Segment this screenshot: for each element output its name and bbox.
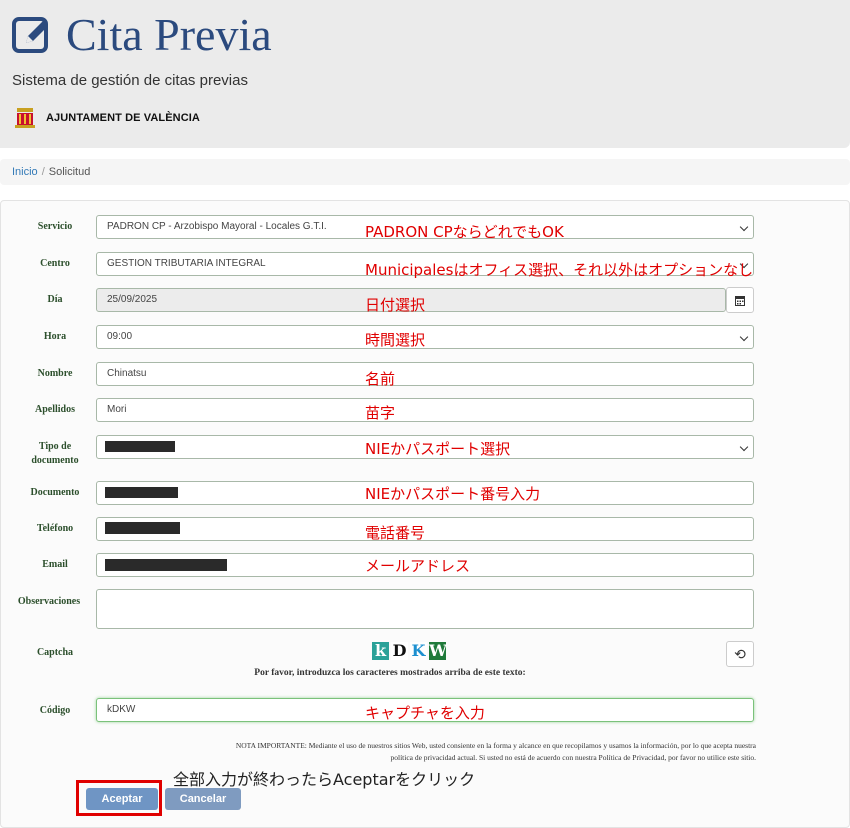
tipo-documento-label-line1: Tipo de — [38, 441, 72, 452]
captcha-refresh-button[interactable]: ⟲ — [726, 641, 754, 667]
redacted-documento — [105, 487, 178, 498]
breadcrumb-home-link[interactable]: Inicio — [12, 166, 38, 178]
org-name: AJUNTAMENT DE VALÈNCIA — [46, 112, 200, 124]
captcha-help-text: Por favor, introduzca los caracteres mos… — [254, 668, 526, 678]
captcha-image: k D K W — [372, 642, 448, 662]
apellidos-label: Apellidos — [34, 404, 75, 415]
tipo-documento-label-line2: documento — [31, 455, 79, 466]
annotation-nombre: 名前 — [365, 370, 396, 388]
redacted-email — [105, 559, 227, 571]
title-row: Cita Previa — [12, 8, 272, 62]
org-logo: AJUNTAMENT DE VALÈNCIA — [14, 106, 200, 130]
captcha-label: Captcha — [36, 647, 74, 658]
annotation-documento: NIEかパスポート番号入力 — [365, 485, 541, 503]
city-seal-icon — [15, 108, 35, 128]
hora-label: Hora — [43, 331, 67, 342]
captcha-char-3: K — [410, 641, 427, 660]
captcha-char-4: W — [429, 641, 447, 660]
annotation-hora: 時間選択 — [365, 331, 426, 349]
header: Cita Previa Sistema de gestión de citas … — [0, 0, 850, 148]
annotation-email: メールアドレス — [365, 557, 471, 575]
hora-value: 09:00 — [107, 331, 133, 342]
servicio-value: PADRON CP - Arzobispo Mayoral - Locales … — [107, 221, 327, 232]
refresh-icon: ⟲ — [734, 646, 746, 662]
observaciones-textarea[interactable] — [96, 589, 754, 629]
apellidos-value: Mori — [107, 404, 127, 415]
legal-note: NOTA IMPORTANTE: Mediante el uso de nues… — [235, 741, 756, 762]
codigo-label: Código — [39, 705, 71, 716]
centro-value: GESTION TRIBUTARIA INTEGRAL — [107, 258, 266, 269]
annotation-codigo: キャプチャを入力 — [365, 704, 485, 722]
subtitle: Sistema de gestión de citas previas — [12, 72, 248, 89]
servicio-label: Servicio — [37, 221, 73, 232]
calendar-button[interactable] — [726, 287, 754, 313]
annotation-submit: 全部入力が終わったらAceptarをクリック — [173, 770, 476, 789]
apellidos-input[interactable]: Mori — [96, 398, 754, 422]
breadcrumb-current: Solicitud — [48, 166, 91, 178]
redacted-telefono — [105, 522, 180, 534]
annotation-apellidos: 苗字 — [365, 404, 396, 422]
cancel-button[interactable]: Cancelar — [165, 788, 241, 810]
accept-highlight-box — [76, 780, 162, 816]
annotation-tipo-documento: NIEかパスポート選択 — [365, 440, 511, 458]
breadcrumb: Inicio / Solicitud — [0, 159, 850, 185]
observaciones-label: Observaciones — [17, 596, 81, 607]
edit-icon — [12, 17, 48, 53]
page-title: Cita Previa — [66, 9, 272, 60]
dia-value: 25/09/2025 — [107, 294, 158, 305]
captcha-char-1: k — [372, 642, 389, 660]
annotation-dia: 日付選択 — [365, 296, 426, 314]
email-label: Email — [42, 559, 68, 570]
telefono-label: Teléfono — [36, 523, 74, 534]
redacted-tipo-documento — [105, 441, 175, 452]
breadcrumb-separator: / — [41, 166, 45, 178]
codigo-value: kDKW — [107, 704, 136, 715]
nombre-label: Nombre — [37, 368, 73, 379]
documento-label: Documento — [30, 487, 80, 498]
nombre-input[interactable]: Chinatsu — [96, 362, 754, 386]
annotation-centro: Municipalesはオフィス選択、それ以外はオプションなし — [365, 261, 754, 279]
annotation-telefono: 電話番号 — [365, 524, 426, 542]
centro-label: Centro — [40, 258, 70, 269]
annotation-servicio: PADRON CPならどれでもOK — [365, 223, 564, 241]
nombre-value: Chinatsu — [107, 368, 147, 379]
tipo-documento-label: Tipo de documento — [12, 440, 98, 468]
calendar-icon — [735, 295, 745, 306]
captcha-char-2: D — [391, 641, 408, 660]
dia-label: Día — [47, 294, 63, 305]
